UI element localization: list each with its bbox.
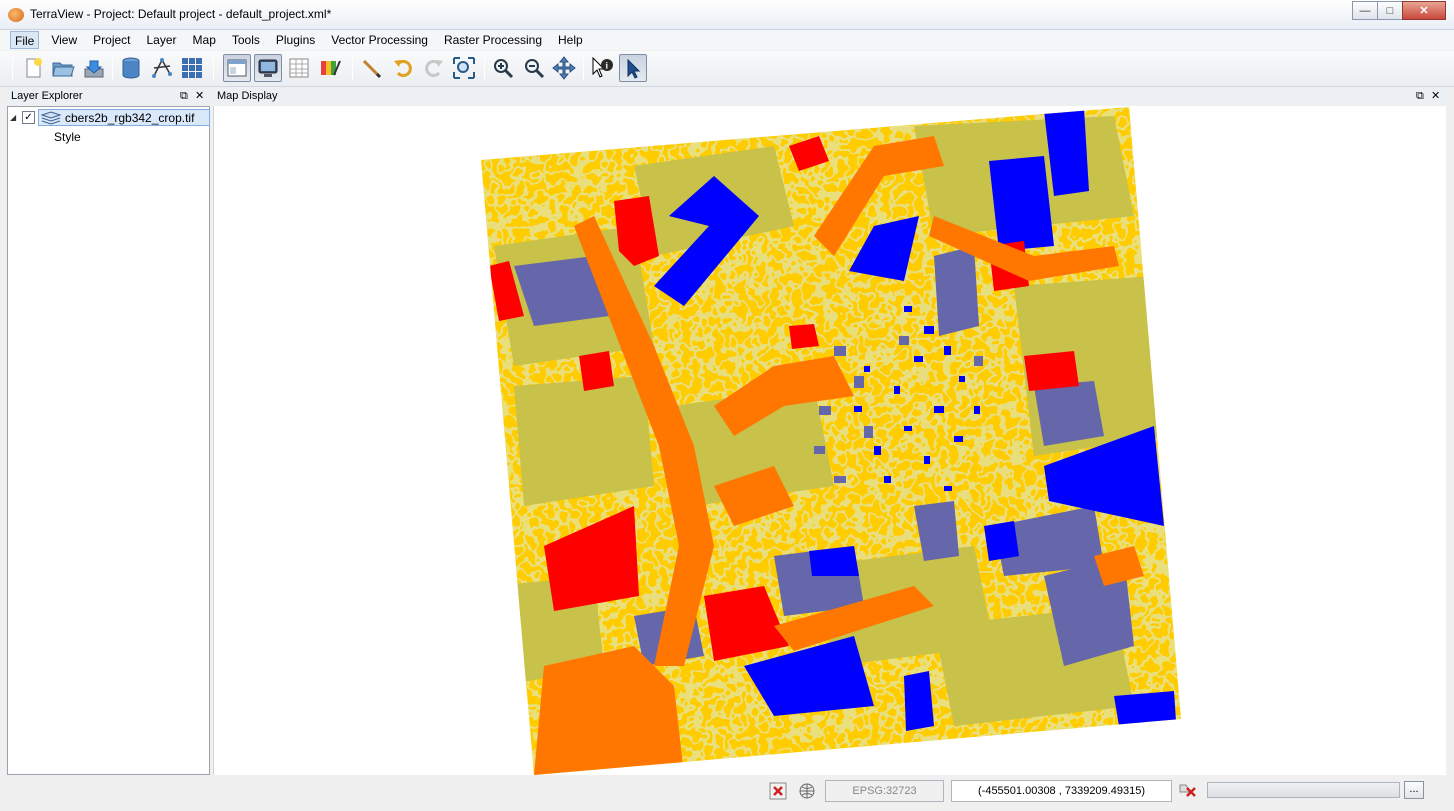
menu-raster-processing[interactable]: Raster Processing xyxy=(440,31,546,49)
map-display-title: Map Display xyxy=(217,90,278,102)
redo-button[interactable] xyxy=(420,54,448,82)
layer-item-cbers2b[interactable]: cbers2b_rgb342_crop.tif xyxy=(38,109,210,126)
stop-draw-button[interactable] xyxy=(768,781,788,801)
maximize-button[interactable]: □ xyxy=(1377,1,1403,20)
layer-explorer-panel: ◢ ✓ cbers2b_rgb342_crop.tif Style xyxy=(7,106,210,775)
layer-style-label: Style xyxy=(54,129,81,144)
database-icon xyxy=(122,57,140,79)
new-project-icon xyxy=(26,58,42,78)
layer-visibility-checkbox[interactable]: ✓ xyxy=(22,111,35,124)
map-display-toggle[interactable] xyxy=(254,54,282,82)
zoom-in-button[interactable] xyxy=(489,54,517,82)
grid-data-icon xyxy=(182,58,202,78)
layer-name: cbers2b_rgb342_crop.tif xyxy=(65,110,195,125)
zoom-extent-button[interactable] xyxy=(450,54,478,82)
toolbar-separator xyxy=(583,57,584,81)
data-table-toggle[interactable] xyxy=(285,54,313,82)
zoom-in-icon xyxy=(494,59,514,79)
toolbar-separator xyxy=(213,57,214,81)
expand-arrow-icon[interactable]: ◢ xyxy=(10,113,16,122)
srs-field[interactable]: EPSG:32723 xyxy=(825,780,944,802)
menu-bar: File View Project Layer Map Tools Plugin… xyxy=(0,30,1454,50)
save-icon xyxy=(84,60,104,78)
layer-style-item[interactable]: Style xyxy=(54,128,81,145)
layer-explorer-toggle[interactable] xyxy=(223,54,251,82)
style-explorer-toggle[interactable] xyxy=(316,54,344,82)
menu-vector-processing[interactable]: Vector Processing xyxy=(327,31,432,49)
float-icon[interactable]: ⧉ xyxy=(180,87,188,105)
info-tool-button[interactable]: i xyxy=(588,54,616,82)
window-controls: — □ ✕ xyxy=(1352,1,1446,20)
selection-tool-button[interactable] xyxy=(619,54,647,82)
globe-icon xyxy=(799,783,815,799)
menu-view[interactable]: View xyxy=(47,31,81,49)
menu-plugins[interactable]: Plugins xyxy=(272,31,319,49)
toolbar-separator xyxy=(12,57,13,81)
title-bar: TerraView - Project: Default project - d… xyxy=(0,0,1454,30)
redo-icon xyxy=(425,60,443,77)
map-canvas[interactable] xyxy=(213,106,1446,775)
view-layout-icon xyxy=(227,59,247,77)
undo-icon xyxy=(394,60,412,77)
raster-map[interactable] xyxy=(214,106,1446,775)
map-display-header: Map Display ⧉ ✕ xyxy=(213,87,1446,105)
close-icon[interactable]: ✕ xyxy=(195,87,204,105)
pan-button[interactable] xyxy=(550,54,578,82)
window-title: TerraView - Project: Default project - d… xyxy=(30,7,332,21)
add-database-button[interactable] xyxy=(117,54,145,82)
style-explorer-icon xyxy=(321,60,341,76)
menu-help[interactable]: Help xyxy=(554,31,587,49)
info-icon: i xyxy=(592,56,613,78)
open-project-button[interactable] xyxy=(49,54,77,82)
open-folder-icon xyxy=(52,62,75,77)
status-bar: EPSG:32723 (-455501.00308 , 7339209.4931… xyxy=(0,777,1454,811)
new-project-button[interactable] xyxy=(19,54,47,82)
display-icon xyxy=(258,59,278,77)
layer-explorer-title: Layer Explorer xyxy=(11,90,83,102)
raster-layer-icon xyxy=(41,110,61,125)
classified-raster xyxy=(481,107,1181,775)
save-project-button[interactable] xyxy=(80,54,108,82)
menu-map[interactable]: Map xyxy=(189,31,220,49)
toolbar-separator xyxy=(112,57,113,81)
toolbar-separator xyxy=(484,57,485,81)
vector-data-icon xyxy=(152,58,172,78)
add-grid-layer-button[interactable] xyxy=(178,54,206,82)
menu-tools[interactable]: Tools xyxy=(228,31,264,49)
table-icon xyxy=(289,58,309,78)
zoom-out-icon xyxy=(525,59,545,79)
main-toolbar: i xyxy=(0,51,1454,87)
menu-project[interactable]: Project xyxy=(89,31,134,49)
more-tasks-button[interactable]: ... xyxy=(1404,781,1424,799)
minimize-button[interactable]: — xyxy=(1352,1,1378,20)
coordinates-field: (-455501.00308 , 7339209.49315) xyxy=(951,780,1172,802)
zoom-extent-icon xyxy=(453,57,475,79)
add-vector-layer-button[interactable] xyxy=(148,54,176,82)
menu-layer[interactable]: Layer xyxy=(143,31,181,49)
stop-icon xyxy=(769,782,787,800)
toolbar-separator xyxy=(352,57,353,81)
close-button[interactable]: ✕ xyxy=(1402,1,1446,20)
pencil-icon xyxy=(362,59,382,79)
zoom-out-button[interactable] xyxy=(520,54,548,82)
pointer-icon xyxy=(627,58,641,79)
layer-explorer-header: Layer Explorer ⧉ ✕ xyxy=(7,87,210,105)
undo-button[interactable] xyxy=(389,54,417,82)
task-progress-bar xyxy=(1207,782,1400,798)
close-icon[interactable]: ✕ xyxy=(1431,87,1440,105)
terraview-logo-icon xyxy=(8,8,24,22)
tree-arrow[interactable]: ◢ xyxy=(10,109,16,126)
clear-selection-button[interactable] xyxy=(1178,781,1198,801)
float-icon[interactable]: ⧉ xyxy=(1416,87,1424,105)
menu-file[interactable]: File xyxy=(10,31,40,49)
srs-button[interactable] xyxy=(797,781,817,801)
clear-selection-icon xyxy=(1179,784,1196,797)
pan-icon xyxy=(552,56,576,80)
edit-tool-button[interactable] xyxy=(357,54,385,82)
